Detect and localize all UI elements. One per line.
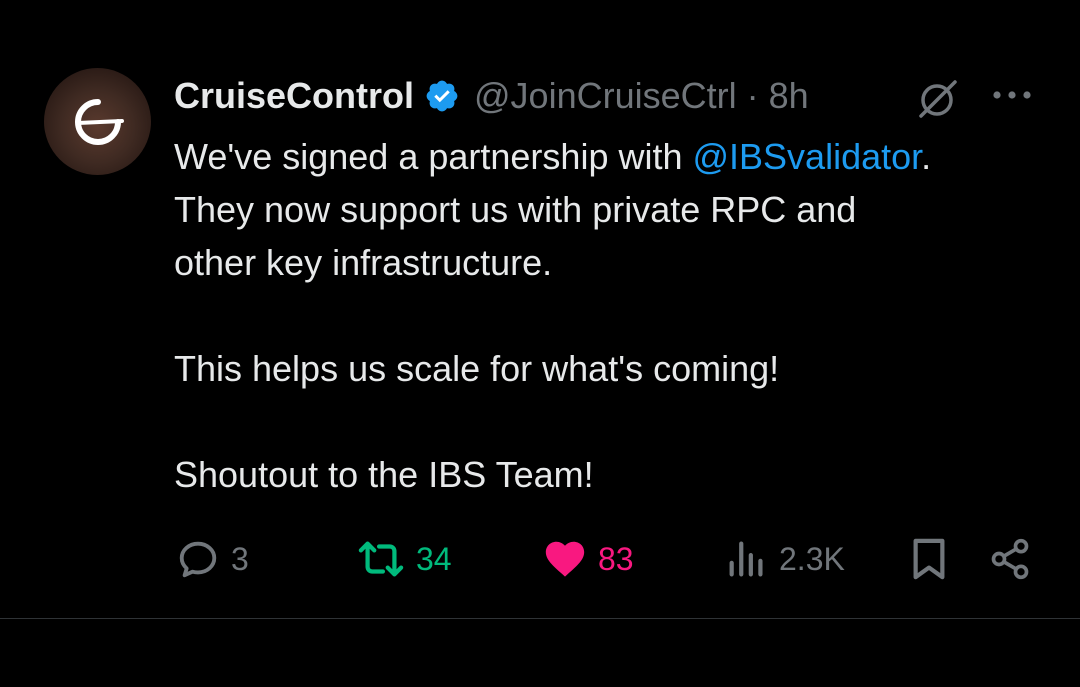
repost-count: 34 <box>416 540 452 577</box>
views-button[interactable]: 2.3K <box>725 534 845 584</box>
like-button[interactable]: 83 <box>542 534 634 584</box>
tweet-text-span: . <box>921 136 932 177</box>
author-handle[interactable]: @JoinCruiseCtrl <box>474 75 737 117</box>
tweet[interactable]: CruiseControl @JoinCruiseCtrl · 8h We've… <box>0 0 1080 687</box>
reply-icon <box>179 541 217 578</box>
tweet-line: They now support us with private RPC and <box>174 189 857 230</box>
share-button[interactable] <box>988 534 1032 584</box>
verified-badge-icon[interactable] <box>424 78 460 114</box>
author-name[interactable]: CruiseControl <box>174 75 414 117</box>
reply-count: 3 <box>231 540 249 577</box>
tweet-line: other key infrastructure. <box>174 242 553 283</box>
share-icon <box>991 538 1029 580</box>
tweet-text: We've signed a partnership with @IBSvali… <box>174 130 1054 501</box>
avatar[interactable] <box>44 68 151 175</box>
views-icon <box>729 541 763 577</box>
repost-icon <box>358 541 404 577</box>
more-icon[interactable] <box>990 88 1034 107</box>
tweet-text-span: We've signed a partnership with <box>174 136 693 177</box>
tweet-divider <box>0 618 1080 619</box>
mention-link[interactable]: @IBSvalidator <box>692 136 921 177</box>
tweet-line: This helps us scale for what's coming! <box>174 348 780 389</box>
heart-icon <box>545 541 585 577</box>
cruisecontrol-logo <box>74 98 124 145</box>
bookmark-button[interactable] <box>908 534 950 584</box>
action-bar: 3 34 83 2.3K <box>0 534 1080 584</box>
reply-button[interactable]: 3 <box>175 534 249 584</box>
repost-button[interactable]: 34 <box>356 534 452 584</box>
views-count: 2.3K <box>779 540 845 577</box>
bookmark-icon <box>913 538 945 580</box>
grok-icon[interactable] <box>915 78 961 125</box>
tweet-time[interactable]: 8h <box>769 75 809 117</box>
tweet-line: Shoutout to the IBS Team! <box>174 454 594 495</box>
tweet-line: We've signed a partnership with @IBSvali… <box>174 130 1054 183</box>
like-count: 83 <box>598 540 634 577</box>
separator-dot: · <box>746 75 759 116</box>
tweet-header: CruiseControl @JoinCruiseCtrl · 8h <box>174 68 809 124</box>
